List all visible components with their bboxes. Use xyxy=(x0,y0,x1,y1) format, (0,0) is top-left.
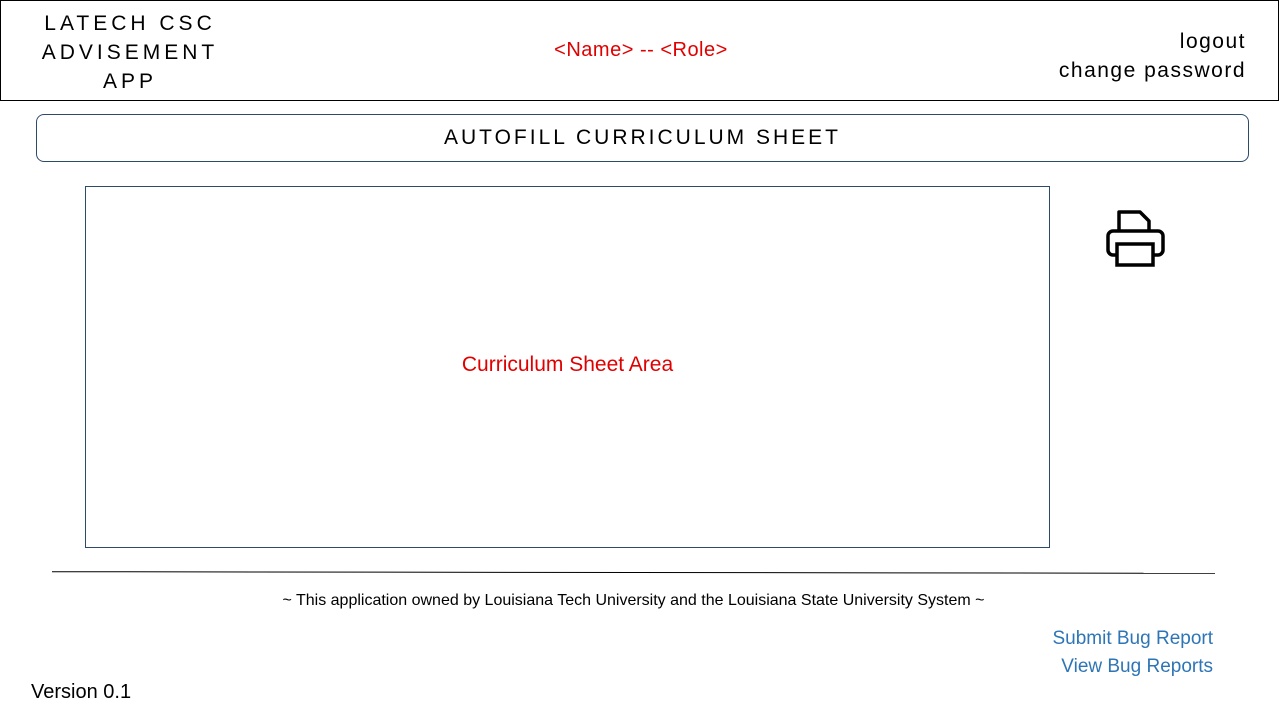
footer-divider xyxy=(51,571,1216,574)
section-title: AUTOFILL CURRICULUM SHEET xyxy=(36,114,1249,162)
user-name-role: <Name> -- <Role> xyxy=(554,39,728,61)
account-links: logout change password xyxy=(1059,27,1246,85)
change-password-link[interactable]: change password xyxy=(1059,56,1246,85)
header: LATECH CSC ADVISEMENT APP <Name> -- <Rol… xyxy=(0,0,1279,101)
curriculum-sheet-placeholder: Curriculum Sheet Area xyxy=(461,353,674,376)
bug-report-links: Submit Bug Report View Bug Reports xyxy=(1052,625,1213,681)
logout-link[interactable]: logout xyxy=(1059,27,1246,56)
print-button[interactable] xyxy=(1104,206,1168,270)
curriculum-sheet-area: Curriculum Sheet Area xyxy=(85,186,1050,548)
printer-icon xyxy=(1106,210,1165,267)
version-label: Version 0.1 xyxy=(31,681,132,703)
page: LATECH CSC ADVISEMENT APP <Name> -- <Rol… xyxy=(0,0,1280,720)
ownership-notice: ~ This application owned by Louisiana Te… xyxy=(282,592,985,609)
app-title-line-2: ADVISEMENT xyxy=(41,41,219,64)
view-bug-reports-link[interactable]: View Bug Reports xyxy=(1052,653,1213,681)
app-title-line-3: APP xyxy=(102,70,158,93)
submit-bug-report-link[interactable]: Submit Bug Report xyxy=(1052,625,1213,653)
app-title: LATECH CSC ADVISEMENT APP xyxy=(19,9,241,96)
app-title-line-1: LATECH CSC xyxy=(44,12,216,35)
